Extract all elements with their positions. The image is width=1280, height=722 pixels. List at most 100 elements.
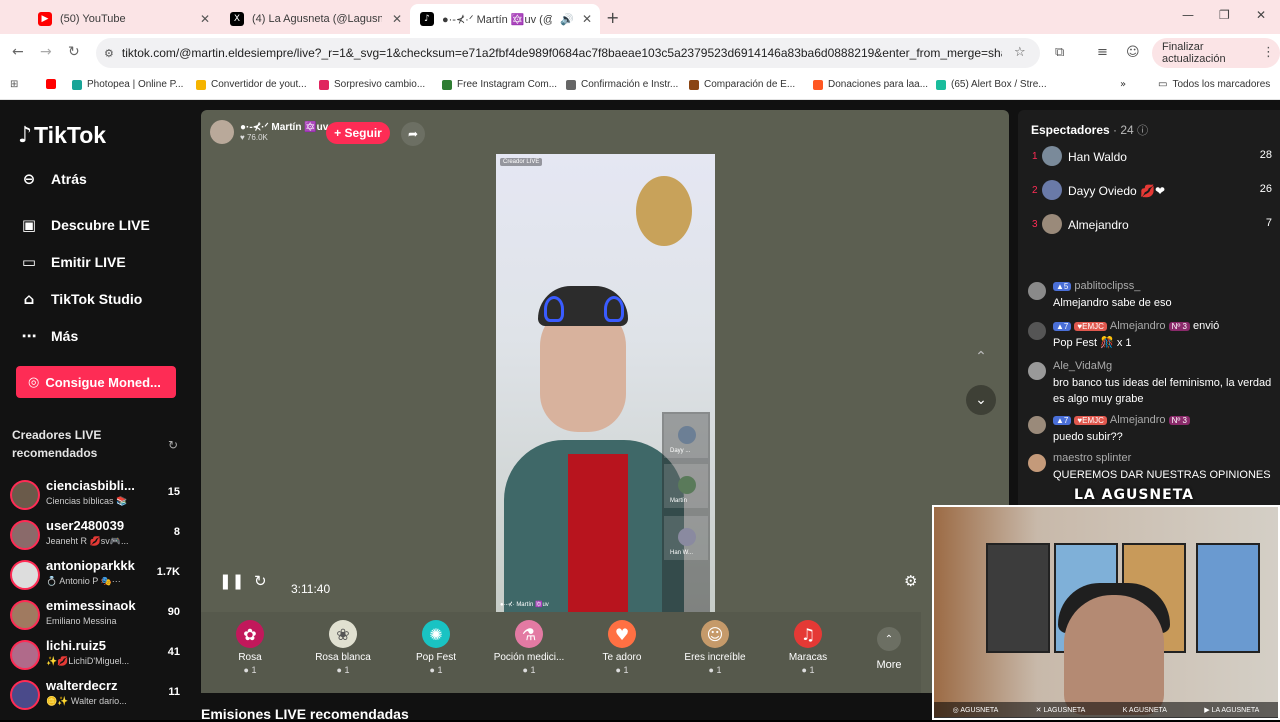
maximize-icon[interactable]: ❐: [1219, 8, 1230, 22]
refresh-icon[interactable]: ↻: [168, 438, 178, 452]
live-video[interactable]: Creador LIVE ●·-⊀· Martín 🔯uv Dayy ... M…: [496, 154, 715, 612]
apps-icon[interactable]: ⊞: [10, 79, 18, 90]
horn-filter-icon: [604, 296, 624, 322]
bookmark-convertidor[interactable]: Convertidor de yout...: [196, 79, 307, 90]
chat-username[interactable]: Ale_VidaMg: [1053, 360, 1112, 372]
nav-tiktok-studio[interactable]: ⌂ TikTok Studio: [18, 290, 143, 308]
chat-username[interactable]: pablitoclipss_: [1074, 280, 1140, 292]
level-badge: ▲7: [1053, 416, 1072, 425]
next-live-icon[interactable]: ⌄: [966, 385, 996, 415]
avatar: [1028, 282, 1046, 300]
new-tab-icon[interactable]: +: [606, 8, 619, 27]
tiktok-note-icon: ♪: [18, 123, 33, 148]
close-icon[interactable]: ✕: [392, 12, 402, 26]
tiktok-logo[interactable]: ♪ TikTok: [18, 122, 106, 149]
tab-x[interactable]: X (4) La Agusneta (@Lagusneta) / X ✕: [220, 4, 410, 34]
gift-te-adoro[interactable]: ♥ Te adoro ● 1: [577, 620, 667, 675]
tab-tiktok[interactable]: ♪ ●·-⊀·ᐟ Martín 🔯uv (@martin 🔊 ✕: [410, 4, 600, 34]
gift-price: ● 1: [801, 665, 815, 675]
settings-icon[interactable]: ⚙: [904, 572, 917, 590]
top-viewer[interactable]: 3 Almejandro 7: [1032, 214, 1272, 238]
chat-username[interactable]: maestro splinter: [1053, 452, 1131, 464]
pause-icon[interactable]: ❚❚: [219, 572, 244, 590]
creator-item[interactable]: antonioparkkk 💍 Antonio P 🎭··· 1.7K: [10, 558, 190, 592]
white-rose-icon: ❀: [329, 620, 357, 648]
bookmark-sorpresivo[interactable]: Sorpresivo cambio...: [319, 79, 425, 90]
creator-item[interactable]: emimessinaok Emiliano Messina 90: [10, 598, 190, 632]
chat-message: ▲7 ♥EMJC Almejandro Nº 3 puedo subir??: [1028, 414, 1273, 448]
rank-badge: Nº 3: [1168, 416, 1190, 425]
level-badge: ▲5: [1053, 282, 1072, 291]
chat-message: ▲5 pablitoclipss_ Almejandro sabe de eso: [1028, 280, 1273, 314]
avatar: [678, 528, 696, 546]
bookmark-comparacion[interactable]: Comparación de E...: [689, 79, 795, 90]
share-icon[interactable]: ➦: [401, 122, 425, 146]
agusneta-logo: LA AGUSNETA: [1074, 487, 1194, 503]
nav-more[interactable]: ⋯ Más: [18, 327, 79, 345]
gift-rosa[interactable]: ✿ Rosa ● 1: [205, 620, 295, 675]
extensions-icon[interactable]: ⧉: [1055, 45, 1064, 60]
refresh-video-icon[interactable]: ↻: [254, 572, 267, 590]
creator-item[interactable]: walterdecrz 🪙✨ Walter dario... 11: [10, 678, 190, 712]
previous-live-icon[interactable]: ⌃: [966, 342, 996, 372]
site-info-icon[interactable]: ⚙: [104, 47, 114, 60]
profile-icon[interactable]: ☺: [1126, 45, 1140, 60]
close-icon[interactable]: ✕: [582, 12, 592, 26]
fan-badge: ♥EMJC: [1074, 416, 1107, 425]
nav-go-live[interactable]: ▭ Emitir LIVE: [18, 253, 126, 271]
menu-icon[interactable]: ⋮: [1262, 45, 1275, 60]
gift-maracas[interactable]: ♫ Maracas ● 1: [763, 620, 853, 675]
creator-item[interactable]: cienciasbibli... Ciencias bíblicas 📚 15: [10, 478, 190, 512]
host-info[interactable]: ●·-⊀·ᐟ Martín 🔯uv ♥ 76.0K: [210, 120, 328, 144]
reload-icon[interactable]: ↻: [68, 44, 80, 60]
gift-eres-increible[interactable]: ☺ Eres increíble ● 1: [670, 620, 760, 675]
tab-youtube[interactable]: ▶ (50) YouTube ✕: [28, 4, 218, 34]
avatar: [10, 480, 40, 510]
guest-slot[interactable]: Martín: [664, 464, 708, 508]
back-icon[interactable]: ←: [12, 44, 24, 60]
bookmark-star-icon[interactable]: ☆: [1014, 45, 1026, 60]
chat-username[interactable]: Almejandro: [1110, 320, 1166, 332]
minimize-icon[interactable]: —: [1182, 8, 1194, 22]
site-icon: [689, 79, 699, 90]
get-coins-button[interactable]: ◎ Consigue Moned...: [16, 366, 176, 398]
chat-username[interactable]: Almejandro: [1110, 414, 1166, 426]
gift-bar: ✿ Rosa ● 1 ❀ Rosa blanca ● 1 ✺ Pop Fest …: [201, 612, 921, 693]
photopea-icon: [72, 79, 82, 90]
address-bar[interactable]: ⚙ tiktok.com/@martin.eldesiempre/live?_r…: [96, 38, 1040, 68]
creator-item[interactable]: user2480039 Jeaneht R 💋sv🎮... 8: [10, 518, 190, 552]
media-icon[interactable]: ≡: [1097, 45, 1108, 60]
camera-icon: ▭: [21, 253, 37, 271]
speaker-icon[interactable]: 🔊: [560, 13, 574, 26]
gift-rosa-blanca[interactable]: ❀ Rosa blanca ● 1: [298, 620, 388, 675]
bookmark-youtube[interactable]: [46, 79, 61, 89]
nav-discover-live[interactable]: ▣ Descubre LIVE: [18, 216, 150, 234]
guest-slot[interactable]: Han W...: [664, 516, 708, 560]
close-icon[interactable]: ✕: [200, 12, 210, 26]
update-button[interactable]: Finalizar actualización: [1152, 38, 1280, 68]
live-duration: 3:11:40: [291, 582, 331, 596]
top-viewer[interactable]: 1 Han Waldo 28: [1032, 146, 1272, 170]
bookmark-alertbox[interactable]: (65) Alert Box / Stre...: [936, 79, 1047, 90]
top-viewer[interactable]: 2 Dayy Oviedo 💋❤ 26: [1032, 180, 1272, 204]
bookmark-donaciones[interactable]: Donaciones para laa...: [813, 79, 928, 90]
guest-slot[interactable]: Dayy ...: [664, 414, 708, 458]
more-gifts-button[interactable]: ⌃ More: [875, 627, 903, 671]
wall-decoration: [636, 176, 692, 246]
bookmark-confirmacion[interactable]: Confirmación e Instr...: [566, 79, 678, 90]
viewers-title[interactable]: Espectadores · 24 ⓘ: [1031, 122, 1148, 138]
more-bookmarks-icon[interactable]: »: [1120, 79, 1126, 90]
follow-button[interactable]: + Seguir: [326, 122, 390, 144]
instagram-handle: ◎ AGUSNETA: [952, 707, 999, 714]
all-bookmarks[interactable]: ▭ Todos los marcadores: [1158, 79, 1270, 90]
bookmark-instagram[interactable]: Free Instagram Com...: [442, 79, 557, 90]
creator-item[interactable]: lichi.ruiz5 ✨💋LichiD'Miguel... 41: [10, 638, 190, 672]
info-icon[interactable]: ⓘ: [1137, 124, 1148, 137]
avatar: [1028, 454, 1046, 472]
gift-pop-fest[interactable]: ✺ Pop Fest ● 1: [391, 620, 481, 675]
window-close-icon[interactable]: ✕: [1256, 8, 1266, 22]
nav-back[interactable]: ⊖ Atrás: [18, 170, 87, 188]
forward-icon[interactable]: →: [40, 44, 52, 60]
bookmark-photopea[interactable]: Photopea | Online P...: [72, 79, 183, 90]
gift-pocion[interactable]: ⚗ Poción medici... ● 1: [484, 620, 574, 675]
